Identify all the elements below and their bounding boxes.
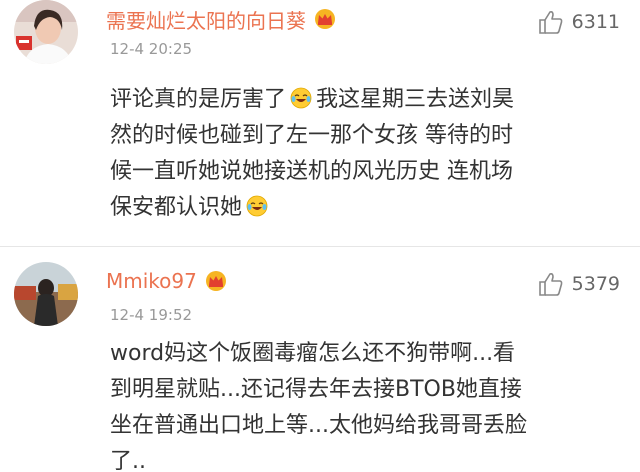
vip-crown-icon: [205, 271, 226, 291]
like-count: 5379: [571, 273, 620, 295]
comment-line: 保安都认识她: [110, 190, 626, 226]
avatar-image: [14, 262, 78, 326]
comment-line: 评论真的是厉害了 我这星期三去送刘昊: [110, 82, 626, 118]
comment-text: 我这星期三去送刘昊: [316, 87, 515, 112]
comment-text: 评论真的是厉害了: [110, 87, 287, 112]
comment-line: 然的时候也碰到了左一那个女孩 等待的时: [110, 123, 513, 148]
comment-body: 评论真的是厉害了 我这星期三去送刘昊 然的时候也碰到了左一那个女孩 等待的时 候…: [110, 82, 626, 226]
comment-timestamp: 12-4 20:25: [110, 40, 193, 58]
comment-body: word妈这个饭圈毒瘤怎么还不狗带啊...看 到明星就贴...还记得去年去接BT…: [110, 336, 626, 472]
comment-line: 坐在普通出口地上等...太他妈给我哥哥丢脸: [110, 413, 527, 438]
comment-item: Mmiko97 12-4 19:52 5379 word妈这个饭圈毒瘤怎么还不狗…: [0, 258, 640, 472]
avatar[interactable]: [14, 262, 78, 326]
vip-crown-icon: [315, 9, 335, 29]
divider: [0, 246, 640, 247]
avatar-image: [14, 0, 78, 64]
like-button[interactable]: 5379: [538, 270, 620, 298]
comment-line: word妈这个饭圈毒瘤怎么还不狗带啊...看: [110, 341, 516, 366]
username[interactable]: 需要灿烂太阳的向日葵: [106, 5, 306, 34]
like-count: 6311: [571, 11, 620, 33]
like-button[interactable]: 6311: [538, 8, 620, 36]
thumbs-up-icon: [538, 11, 563, 34]
comment-feed: 需要灿烂太阳的向日葵 12-4 20:25 6311 评论真的是厉害了 我这星期…: [0, 0, 640, 472]
thumbs-up-icon: [538, 273, 563, 296]
comment-line: 了..: [110, 449, 146, 472]
laughing-crying-emoji: [290, 87, 312, 109]
comment-text: 保安都认识她: [110, 195, 243, 220]
username[interactable]: Mmiko97: [106, 269, 197, 293]
avatar[interactable]: [14, 0, 78, 64]
comment-timestamp: 12-4 19:52: [110, 306, 193, 324]
comment-line: 到明星就贴...还记得去年去接BTOB她直接: [110, 377, 522, 402]
comment-line: 候一直听她说她接送机的风光历史 连机场: [110, 159, 513, 184]
laughing-crying-emoji: [246, 195, 268, 217]
comment-item: 需要灿烂太阳的向日葵 12-4 20:25 6311 评论真的是厉害了 我这星期…: [0, 0, 640, 258]
